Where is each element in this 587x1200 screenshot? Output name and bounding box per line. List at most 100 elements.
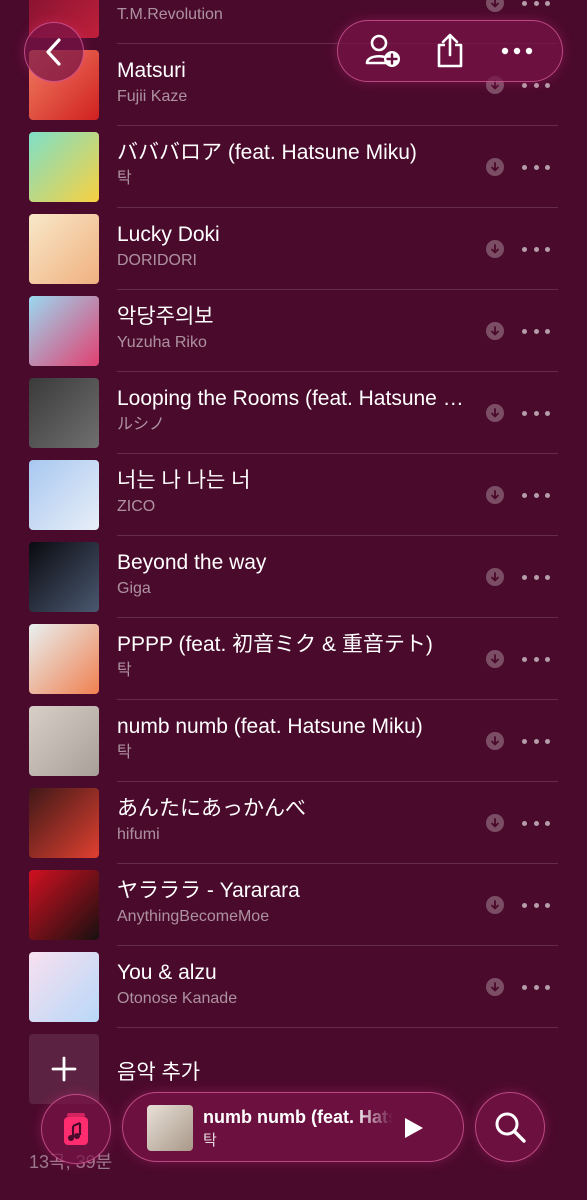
song-artist: 탁 — [117, 744, 132, 761]
song-title: バババロア (feat. Hatsune Miku) — [117, 141, 417, 164]
more-dot-icon — [545, 246, 550, 252]
add-music-label: 음악 추가 — [117, 1061, 201, 1084]
song-title: HOT LIMIT — [117, 0, 467, 2]
song-more-button[interactable] — [522, 0, 550, 14]
more-dot-icon — [533, 656, 539, 662]
download-button[interactable] — [486, 322, 504, 340]
add-tile — [29, 1034, 99, 1104]
song-row[interactable]: 악당주의보 Yuzuha Riko — [0, 290, 587, 372]
song-more-button[interactable] — [522, 320, 550, 342]
song-more-button[interactable] — [522, 484, 550, 506]
more-dot-icon — [522, 984, 527, 990]
search-button[interactable] — [475, 1092, 545, 1162]
song-row[interactable]: numb numb (feat. Hatsune Miku) 탁 — [0, 700, 587, 782]
song-row[interactable]: You & alzu Otonose Kanade — [0, 946, 587, 1028]
download-button[interactable] — [486, 650, 504, 668]
song-more-button[interactable] — [522, 402, 550, 424]
more-dot-icon — [545, 574, 550, 580]
more-dot-icon — [533, 246, 539, 252]
now-playing-artwork — [147, 1105, 193, 1151]
song-artist: hifumi — [117, 826, 160, 843]
download-button[interactable] — [486, 240, 504, 258]
song-artist: ルシノ — [117, 416, 166, 433]
album-artwork — [29, 706, 99, 776]
album-artwork — [29, 870, 99, 940]
library-button[interactable] — [41, 1094, 111, 1164]
download-button[interactable] — [486, 0, 504, 12]
song-artist: ZICO — [117, 498, 156, 515]
download-arrow-icon — [491, 817, 499, 827]
more-dot-icon — [545, 738, 550, 744]
album-artwork — [29, 788, 99, 858]
song-more-button[interactable] — [522, 812, 550, 834]
song-more-button[interactable] — [522, 566, 550, 588]
album-artwork — [29, 214, 99, 284]
song-more-button[interactable] — [522, 894, 550, 916]
play-button[interactable] — [399, 1113, 429, 1143]
more-dot-icon — [522, 82, 527, 88]
song-more-button[interactable] — [522, 156, 550, 178]
share-button[interactable] — [427, 28, 473, 74]
song-row[interactable]: PPPP (feat. 初音ミク & 重音テト) 탁 — [0, 618, 587, 700]
song-artist: Yuzuha Riko — [117, 334, 207, 351]
more-dot-icon — [545, 820, 550, 826]
download-arrow-icon — [491, 407, 499, 417]
add-collaborator-button[interactable] — [360, 28, 406, 74]
song-title: Lucky Doki — [117, 223, 220, 246]
song-artist: 탁 — [117, 170, 132, 187]
song-more-button[interactable] — [522, 976, 550, 998]
song-artist: DORIDORI — [117, 252, 197, 269]
song-row[interactable]: Beyond the way Giga — [0, 536, 587, 618]
download-arrow-icon — [491, 489, 499, 499]
download-button[interactable] — [486, 404, 504, 422]
download-button[interactable] — [486, 732, 504, 750]
more-dot-icon — [545, 0, 550, 6]
more-dot-icon — [545, 984, 550, 990]
song-row[interactable]: 너는 나 나는 너 ZICO — [0, 454, 587, 536]
music-library-icon — [64, 1113, 88, 1145]
download-button[interactable] — [486, 158, 504, 176]
song-more-button[interactable] — [522, 648, 550, 670]
download-button[interactable] — [486, 814, 504, 832]
song-row[interactable]: Lucky Doki DORIDORI — [0, 208, 587, 290]
more-dot-icon — [533, 328, 539, 334]
more-dot-icon — [533, 0, 539, 6]
download-button[interactable] — [486, 568, 504, 586]
mini-player[interactable]: numb numb (feat. Hatsune Miku) 탁 — [122, 1092, 464, 1162]
song-more-button[interactable] — [522, 730, 550, 752]
song-title: あんたにあっかんべ — [117, 797, 306, 820]
song-row[interactable]: あんたにあっかんべ hifumi — [0, 782, 587, 864]
download-button[interactable] — [486, 486, 504, 504]
song-row[interactable]: ヤラララ - Yararara AnythingBecomeMoe — [0, 864, 587, 946]
more-dot-icon — [522, 738, 527, 744]
song-row[interactable]: バババロア (feat. Hatsune Miku) 탁 — [0, 126, 587, 208]
song-artist: Otonose Kanade — [117, 990, 238, 1007]
more-dot-icon — [522, 410, 527, 416]
more-dot-icon — [522, 0, 527, 6]
download-button[interactable] — [486, 896, 504, 914]
more-dot-icon — [533, 410, 539, 416]
more-dot-icon — [522, 574, 527, 580]
more-dot-icon — [522, 902, 527, 908]
more-dot-icon — [522, 656, 527, 662]
more-dot-icon — [545, 82, 550, 88]
person-add-icon — [366, 34, 401, 67]
more-dot-icon — [545, 492, 550, 498]
search-icon — [495, 1112, 526, 1143]
download-button[interactable] — [486, 978, 504, 996]
now-playing-title: numb numb (feat. Hatsune Miku) — [203, 1107, 393, 1127]
more-dot-icon — [522, 246, 527, 252]
song-row[interactable]: Looping the Rooms (feat. Hatsune Miku) ル… — [0, 372, 587, 454]
song-artist: Giga — [117, 580, 151, 597]
song-title: Looping the Rooms (feat. Hatsune Miku) — [117, 387, 467, 410]
song-artist: Fujii Kaze — [117, 88, 188, 105]
more-options-button[interactable] — [494, 28, 540, 74]
song-title: PPPP (feat. 初音ミク & 重音テト) — [117, 633, 433, 656]
more-icon — [501, 47, 532, 55]
back-button[interactable] — [24, 22, 84, 82]
song-artist: AnythingBecomeMoe — [117, 908, 270, 925]
now-playing-artist: 탁 — [203, 1132, 217, 1149]
header-actions — [337, 20, 563, 82]
song-more-button[interactable] — [522, 238, 550, 260]
more-dot-icon — [545, 164, 550, 170]
